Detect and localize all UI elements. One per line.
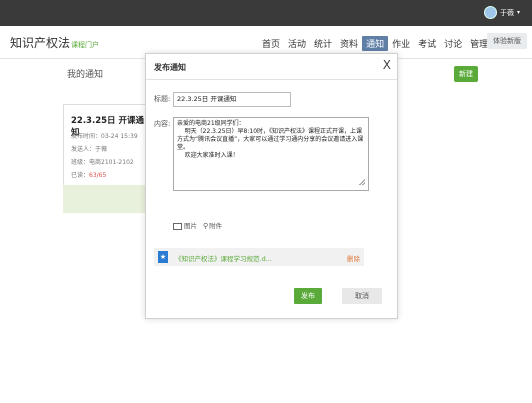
resize-handle-icon[interactable] [359,179,365,185]
nav-notices[interactable]: 通知 [362,36,389,51]
image-label: 图片 [184,222,197,230]
top-bar: 于薇 ▾ [0,0,532,26]
course-title: 知识产权法 [10,36,71,50]
insert-image-button[interactable]: 图片 [173,220,197,230]
attached-file-name[interactable]: 《知识产权法》课程学习规范.d... [175,253,272,263]
publish-button[interactable]: 发布 [294,288,322,304]
attached-file: ★ 《知识产权法》课程学习规范.d... 删除 [154,248,364,266]
main-nav: 首页 活动 统计 资料 通知 作业 考试 讨论 管理 [258,36,492,51]
nav-home[interactable]: 首页 [258,36,284,51]
delete-file-button[interactable]: 删除 [347,253,360,263]
new-notice-button[interactable]: 新建 [454,66,478,82]
nav-stats[interactable]: 统计 [310,36,336,51]
nav-exam[interactable]: 考试 [414,36,440,51]
user-menu[interactable]: 于薇 ▾ [483,6,520,19]
dialog-title: 发布通知 [154,63,186,72]
nav-discussion[interactable]: 讨论 [440,36,466,51]
close-icon[interactable]: X [383,58,391,72]
nav-resources[interactable]: 资料 [336,36,362,51]
document-icon: ★ [158,251,168,263]
notice-read: 已读：63/65 [71,170,106,179]
chevron-down-icon: ▾ [516,9,520,16]
attachment-toolbar: 图片 ⚲附件 [173,220,222,230]
notice-card-footer [63,185,149,213]
course-portal-label: 课程门户 [71,41,100,49]
notice-sender: 发送人：于薇 [71,146,108,153]
course-brand[interactable]: 知识产权法课程门户 [10,34,99,51]
title-input[interactable]: 22.3.25日 开课通知 [173,92,291,107]
cancel-button[interactable]: 取消 [342,288,382,304]
avatar [483,6,497,19]
content-label: 内容: [154,120,171,128]
content-textarea[interactable]: 亲爱的电商21级同学们： 明天（22.3.25日）早8:10时，《知识产权法》课… [173,117,369,191]
notice-publish-time: 发布时间：03-24 15:39 [71,133,138,140]
image-icon [173,222,182,230]
read-label: 已读： [71,172,90,179]
publish-notice-dialog: 发布通知 X 标题: 22.3.25日 开课通知 内容: 亲爱的电商21级同学们… [145,53,398,319]
read-count: 63/65 [89,172,107,179]
paperclip-icon: ⚲ [203,222,209,230]
dialog-header: 发布通知 X [146,54,397,80]
username: 于薇 [499,8,514,17]
insert-attachment-button[interactable]: ⚲附件 [203,220,222,230]
notice-card[interactable]: 22.3.25日 开课通知 发布时间：03-24 15:39 发送人：于薇 班级… [63,104,149,186]
notice-class: 班级：电商2101-2102 [71,159,134,166]
page-title: 我的通知 [67,70,104,80]
nav-homework[interactable]: 作业 [388,36,414,51]
attachment-label: 附件 [209,222,223,230]
nav-activity[interactable]: 活动 [284,36,310,51]
try-new-version-button[interactable]: 体验新版 [487,33,527,49]
title-label: 标题: [154,95,171,103]
